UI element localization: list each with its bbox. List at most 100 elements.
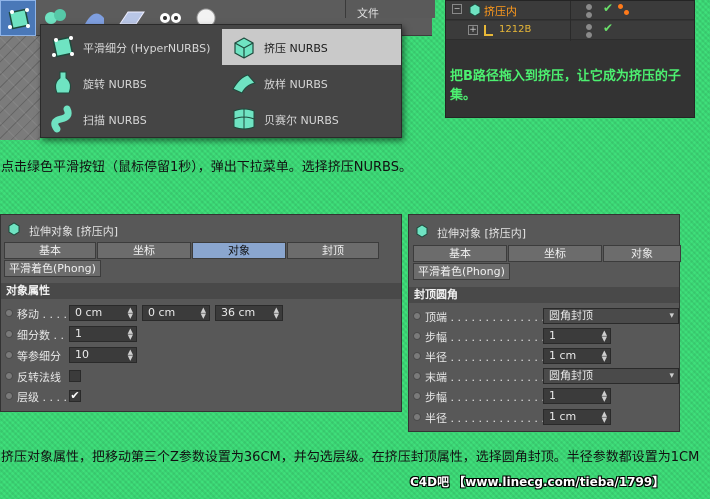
object-name: 1212B	[499, 24, 532, 35]
subdivision-input[interactable]: 1 ▲ ▼	[69, 326, 137, 342]
field-value: 0 cm	[148, 306, 176, 319]
hierarchical-checkbox[interactable]: ✔	[69, 390, 81, 402]
field-value: 10	[75, 348, 89, 361]
tab-coord[interactable]: 坐标	[508, 245, 602, 262]
spinner-icon[interactable]: ▲ ▼	[602, 330, 607, 343]
param-label: 层级 . . . .	[17, 391, 67, 404]
param-row-start-cap: 顶端 . . . . . . . . . . . . . . 圆角封顶 ▾	[413, 306, 679, 326]
param-label: 顶端 . . . . . . . . . . . . . .	[425, 311, 545, 324]
spinner-icon[interactable]: ▲ ▼	[602, 350, 607, 363]
enabled-check-icon[interactable]: ✔	[603, 21, 613, 35]
sweep-nurbs-icon	[51, 105, 72, 133]
field-value: 1 cm	[549, 349, 577, 362]
param-row-end-steps: 步幅 . . . . . . . . . . . . . . 1 ▲ ▼	[413, 386, 679, 406]
menu-item-label: 扫描 NURBS	[83, 114, 147, 127]
spline-icon	[484, 25, 493, 36]
move-x-input[interactable]: 0 cm ▲ ▼	[69, 305, 137, 321]
flip-normals-checkbox[interactable]	[69, 370, 81, 382]
param-label: 末端 . . . . . . . . . . . . . .	[425, 371, 545, 384]
menu-item-loft-nurbs[interactable]: 放样 NURBS	[222, 65, 401, 101]
keyframe-dot-icon[interactable]	[413, 372, 421, 380]
param-row-move: 移动 . . . . 0 cm ▲ ▼ 0 cm ▲ ▼ 36 cm ▲ ▼	[5, 303, 399, 323]
menu-item-label: 贝赛尔 NURBS	[264, 114, 339, 127]
render-dot-icon[interactable]	[586, 32, 592, 38]
tab-object[interactable]: 对象	[603, 245, 681, 262]
menu-item-hypernurbs[interactable]: 平滑细分 (HyperNURBS)	[41, 29, 220, 65]
param-row-isoparm: 等参细分 10 ▲ ▼	[5, 345, 399, 365]
tab-coord[interactable]: 坐标	[97, 242, 191, 259]
keyframe-dot-icon[interactable]	[5, 330, 13, 338]
nurbs-dropdown-menu: 平滑细分 (HyperNURBS) 挤压 NURBS 旋转 NURBS 放样 N…	[40, 24, 402, 138]
extrude-nurbs-icon	[469, 3, 481, 17]
viewport[interactable]	[0, 36, 40, 140]
enabled-check-icon[interactable]: ✔	[603, 1, 613, 15]
visibility-dot-icon[interactable]	[586, 24, 592, 30]
menu-item-lathe-nurbs[interactable]: 旋转 NURBS	[41, 65, 220, 101]
start-radius-input[interactable]: 1 cm ▲ ▼	[543, 348, 611, 364]
param-row-subdivision: 细分数 . . 1 ▲ ▼	[5, 324, 399, 344]
keyframe-dot-icon[interactable]	[413, 413, 421, 421]
tab-caps[interactable]: 封顶	[287, 242, 379, 259]
keyframe-dot-icon[interactable]	[413, 312, 421, 320]
spinner-icon[interactable]: ▲ ▼	[274, 307, 279, 320]
instruction-note: 把B路径拖入到挤压，让它成为挤压的子集。	[450, 69, 681, 103]
expand-icon[interactable]: +	[468, 25, 478, 35]
hypernurbs-tool-button[interactable]	[0, 0, 36, 36]
spinner-icon[interactable]: ▲ ▼	[128, 328, 133, 341]
spinner-icon[interactable]: ▲ ▼	[201, 307, 206, 320]
tab-object[interactable]: 对象	[192, 242, 286, 259]
visibility-dot-icon[interactable]	[586, 4, 592, 10]
loft-nurbs-icon	[232, 74, 256, 94]
panel-title: 拉伸对象 [挤压内]	[29, 225, 119, 238]
end-steps-input[interactable]: 1 ▲ ▼	[543, 388, 611, 404]
menu-item-bezier-nurbs[interactable]: 贝赛尔 NURBS	[222, 101, 401, 137]
spinner-icon[interactable]: ▲ ▼	[128, 349, 133, 362]
param-row-end-radius: 半径 . . . . . . . . . . . . . . 1 cm ▲ ▼	[413, 407, 679, 427]
keyframe-dot-icon[interactable]	[413, 392, 421, 400]
extrude-nurbs-icon	[416, 224, 428, 238]
param-label: 移动 . . . .	[17, 308, 67, 321]
collapse-icon[interactable]: −	[452, 4, 462, 14]
end-radius-input[interactable]: 1 cm ▲ ▼	[543, 409, 611, 425]
field-value: 圆角封顶	[549, 309, 593, 322]
field-value: 36 cm	[221, 306, 256, 319]
move-z-input[interactable]: 36 cm ▲ ▼	[215, 305, 283, 321]
keyframe-dot-icon[interactable]	[5, 392, 13, 400]
tab-phong[interactable]: 平滑着色(Phong)	[4, 260, 101, 277]
start-steps-input[interactable]: 1 ▲ ▼	[543, 328, 611, 344]
tab-phong[interactable]: 平滑着色(Phong)	[413, 263, 510, 280]
object-name: 挤压内	[484, 5, 517, 18]
field-value: 0 cm	[75, 306, 103, 319]
param-label: 等参细分	[17, 350, 61, 363]
spinner-icon[interactable]: ▲ ▼	[128, 307, 133, 320]
bezier-nurbs-icon	[233, 108, 255, 130]
start-cap-select[interactable]: 圆角封顶 ▾	[543, 308, 679, 324]
tag-phong-icon[interactable]	[618, 4, 623, 9]
section-header: 对象属性	[1, 283, 401, 299]
keyframe-dot-icon[interactable]	[413, 332, 421, 340]
move-y-input[interactable]: 0 cm ▲ ▼	[142, 305, 210, 321]
extrude-nurbs-icon	[8, 222, 20, 236]
panel-title: 拉伸对象 [挤压内]	[437, 227, 527, 240]
menu-item-label: 放样 NURBS	[264, 78, 328, 91]
spinner-icon[interactable]: ▲ ▼	[602, 411, 607, 424]
keyframe-dot-icon[interactable]	[5, 372, 13, 380]
column-divider	[570, 1, 571, 41]
menu-item-label: 挤压 NURBS	[264, 42, 328, 55]
spinner-icon[interactable]: ▲ ▼	[602, 390, 607, 403]
keyframe-dot-icon[interactable]	[5, 309, 13, 317]
menu-item-extrude-nurbs[interactable]: 挤压 NURBS	[222, 29, 401, 65]
menu-file[interactable]: 文件	[357, 5, 379, 21]
isoparm-input[interactable]: 10 ▲ ▼	[69, 347, 137, 363]
keyframe-dot-icon[interactable]	[413, 352, 421, 360]
menu-item-sweep-nurbs[interactable]: 扫描 NURBS	[41, 101, 220, 137]
tab-basic[interactable]: 基本	[413, 245, 507, 262]
watermark: C4D吧 【www.linecg.com/tieba/1799】	[410, 475, 665, 489]
end-cap-select[interactable]: 圆角封顶 ▾	[543, 368, 679, 384]
tag-phong-icon[interactable]	[624, 10, 629, 15]
render-dot-icon[interactable]	[586, 12, 592, 18]
keyframe-dot-icon[interactable]	[5, 351, 13, 359]
hypernurbs-icon	[8, 8, 30, 30]
param-row-hierarchical: 层级 . . . . ✔	[5, 386, 399, 406]
tab-basic[interactable]: 基本	[4, 242, 96, 259]
